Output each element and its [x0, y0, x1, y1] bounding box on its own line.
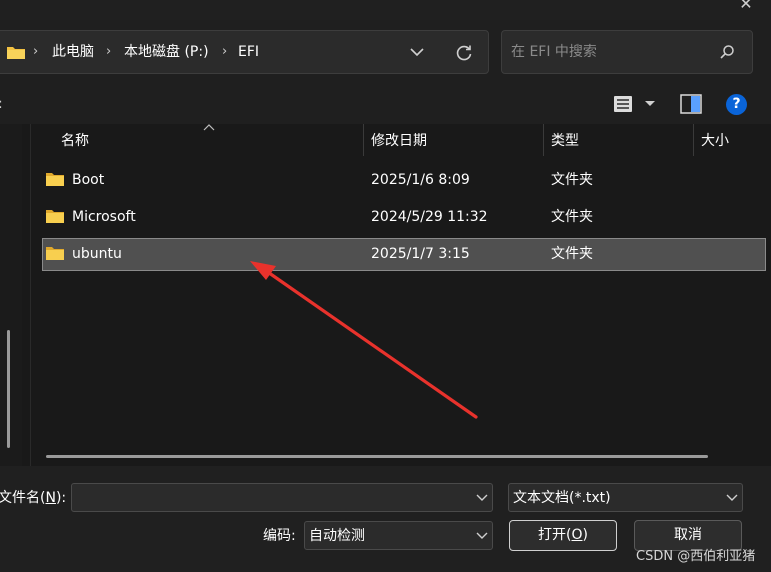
- file-name: Microsoft: [72, 209, 136, 225]
- column-header-date[interactable]: 修改日期: [371, 130, 427, 152]
- folder-icon: [7, 47, 25, 59]
- search-icon[interactable]: [719, 44, 735, 60]
- breadcrumb-local-disk[interactable]: 本地磁盘 (P:): [124, 42, 209, 62]
- preview-pane-icon[interactable]: [680, 94, 702, 114]
- list-item[interactable]: Boot 2025/1/6 8:09 文件夹: [42, 164, 766, 197]
- column-header-type[interactable]: 类型: [551, 130, 579, 152]
- encoding-value: 自动检测: [309, 528, 365, 544]
- horizontal-scrollbar[interactable]: [46, 455, 708, 458]
- sort-ascending-icon: [203, 124, 215, 131]
- list-view-icon[interactable]: [613, 95, 633, 113]
- list-item-selected[interactable]: ubuntu 2025/1/7 3:15 文件夹: [42, 238, 766, 271]
- breadcrumb-chevron-icon: ›: [222, 44, 228, 59]
- refresh-icon[interactable]: [454, 43, 474, 63]
- file-date: 2025/1/6 8:09: [371, 172, 470, 188]
- file-name: Boot: [72, 172, 105, 188]
- breadcrumb-this-pc[interactable]: 此电脑: [52, 42, 94, 62]
- filename-label: 文件名(N):: [0, 490, 67, 506]
- title-bar: [0, 0, 771, 20]
- search-placeholder: 在 EFI 中搜索: [511, 44, 597, 60]
- folder-icon: [46, 210, 64, 223]
- file-type: 文件夹: [551, 172, 593, 188]
- breadcrumb-chevron-icon: ›: [33, 44, 39, 59]
- filetype-value: 文本文档(*.txt): [513, 490, 611, 506]
- column-divider[interactable]: [543, 124, 544, 156]
- help-icon[interactable]: ?: [726, 94, 747, 115]
- column-divider[interactable]: [693, 124, 694, 156]
- column-header-name[interactable]: 名称: [61, 130, 89, 152]
- file-type: 文件夹: [551, 209, 593, 225]
- filename-input[interactable]: [71, 483, 493, 512]
- navigation-pane[interactable]: [0, 124, 22, 466]
- filetype-select[interactable]: 文本文档(*.txt): [508, 483, 743, 512]
- breadcrumb-chevron-icon: ›: [106, 44, 112, 59]
- breadcrumb-efi[interactable]: EFI: [238, 42, 259, 62]
- chevron-down-icon[interactable]: [476, 494, 488, 502]
- list-item[interactable]: Microsoft 2024/5/29 11:32 文件夹: [42, 201, 766, 234]
- close-icon[interactable]: ✕: [736, 0, 756, 14]
- file-date: 2024/5/29 11:32: [371, 209, 488, 225]
- navigation-scrollbar[interactable]: [7, 330, 10, 448]
- watermark: CSDN @西伯利亚猪: [636, 549, 756, 564]
- file-name: ubuntu: [72, 246, 122, 262]
- file-date: 2025/1/7 3:15: [371, 246, 470, 262]
- encoding-label: 编码:: [263, 528, 296, 544]
- chevron-down-icon[interactable]: [726, 494, 738, 502]
- column-header-size[interactable]: 大小: [701, 130, 729, 152]
- file-type: 文件夹: [551, 246, 593, 262]
- column-divider[interactable]: [363, 124, 364, 156]
- open-button[interactable]: 打开(O): [509, 520, 617, 551]
- encoding-select[interactable]: 自动检测: [304, 521, 493, 550]
- chevron-down-icon[interactable]: [476, 532, 488, 540]
- chevron-down-icon[interactable]: [409, 46, 425, 58]
- folder-icon: [46, 247, 64, 260]
- view-dropdown-icon[interactable]: [644, 100, 656, 108]
- toolbar-overflow-icon[interactable]: :: [0, 94, 3, 114]
- folder-icon: [46, 173, 64, 186]
